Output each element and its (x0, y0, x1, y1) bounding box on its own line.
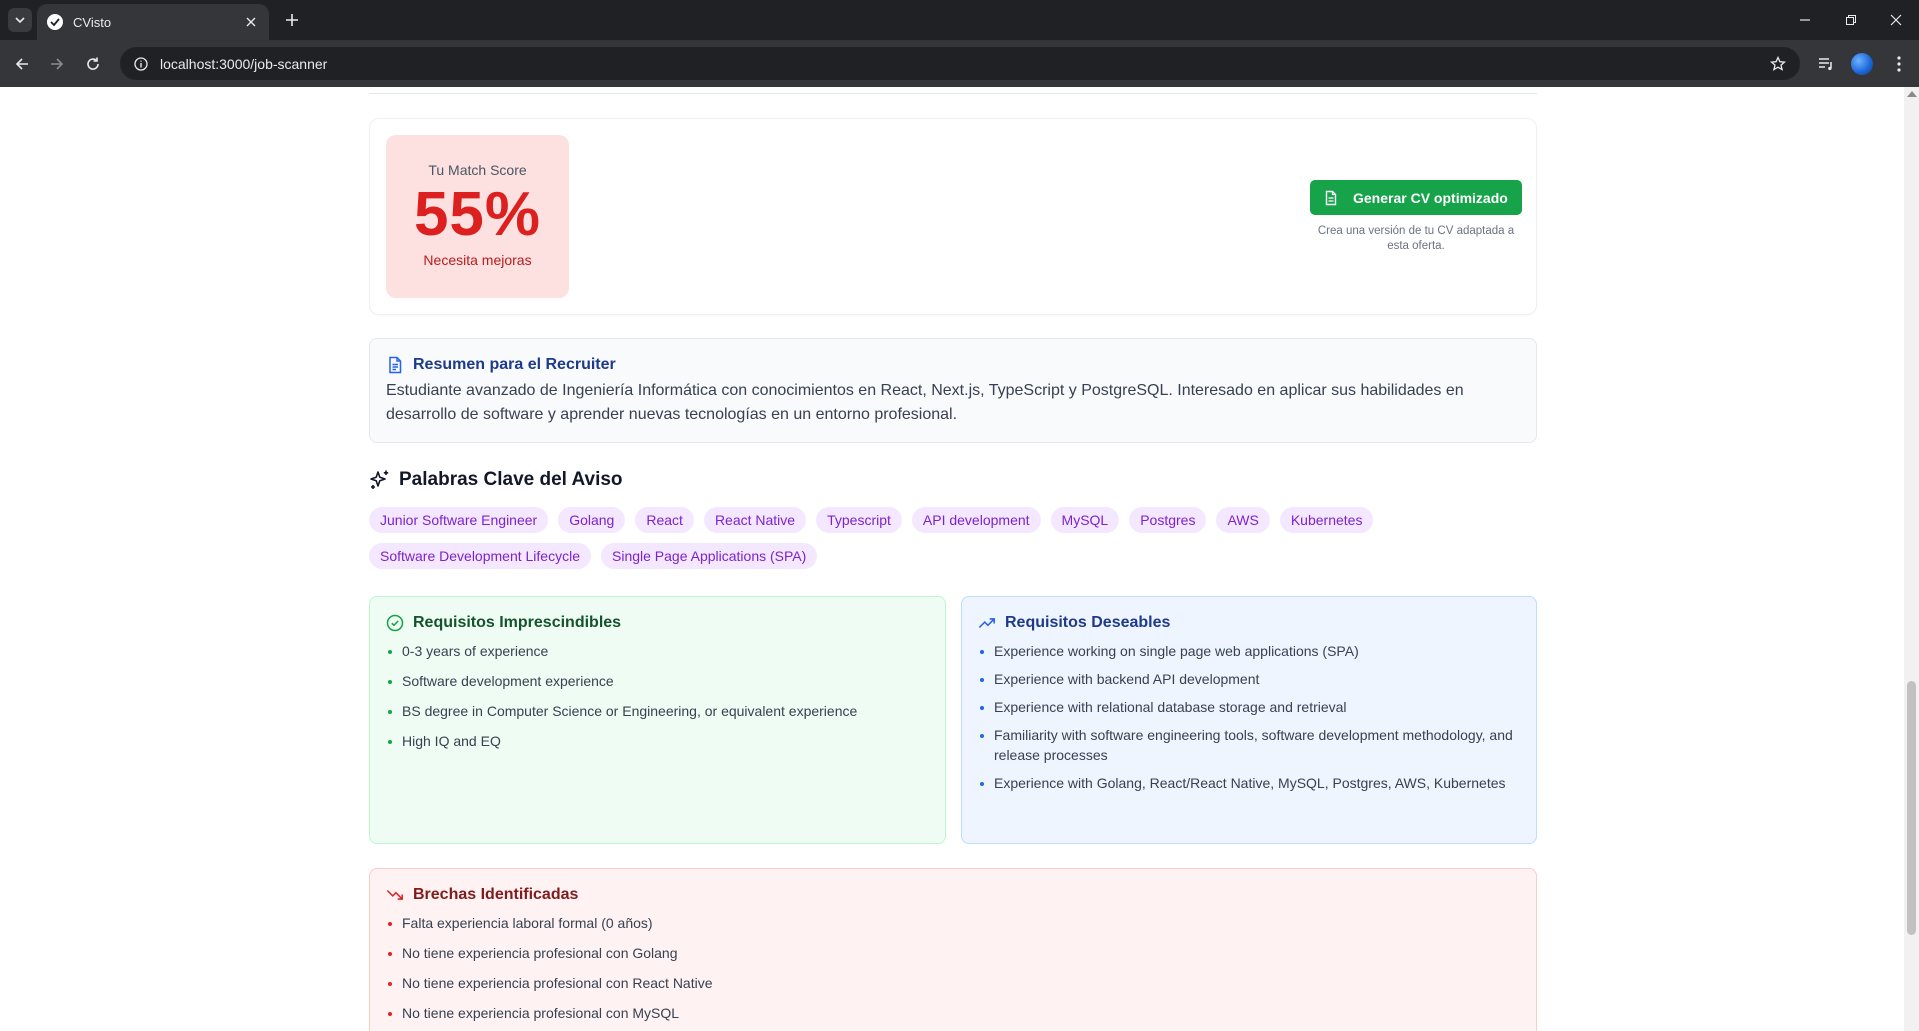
desirable-requirements-list: Experience working on single page web ap… (978, 641, 1520, 793)
desirable-requirements-title: Requisitos Deseables (1005, 614, 1171, 631)
media-playlist-icon[interactable] (1814, 52, 1838, 76)
tab-title: CVisto (73, 14, 112, 30)
list-item: Software development experience (386, 671, 929, 691)
desirable-requirements-card: Requisitos Deseables Experience working … (961, 596, 1537, 844)
keyword-chip: Junior Software Engineer (369, 507, 549, 533)
divider (369, 93, 1537, 94)
keyword-chip: Software Development Lifecycle (369, 543, 591, 569)
desirable-requirements-heading: Requisitos Deseables (978, 614, 1520, 632)
list-item: Falta experiencia laboral formal (0 años… (386, 913, 1520, 933)
keyword-chip: Single Page Applications (SPA) (601, 543, 818, 569)
restore-icon[interactable] (1839, 8, 1863, 32)
tab-search-chevron-icon[interactable] (8, 8, 32, 32)
required-requirements-card: Requisitos Imprescindibles 0-3 years of … (369, 596, 946, 844)
check-circle-icon (386, 614, 404, 632)
minimize-icon[interactable] (1793, 8, 1817, 32)
keywords-list: Junior Software Engineer Golang React Re… (369, 507, 1537, 569)
match-score-box: Tu Match Score 55% Necesita mejoras (386, 135, 569, 298)
keyword-chip: AWS (1216, 507, 1270, 533)
document-icon (1323, 190, 1339, 206)
list-item: No tiene experiencia profesional con Gol… (386, 943, 1520, 963)
required-requirements-heading: Requisitos Imprescindibles (386, 614, 929, 632)
generate-help-text: Crea una versión de tu CV adaptada a est… (1317, 225, 1515, 252)
match-score-card: Tu Match Score 55% Necesita mejoras Gene… (369, 118, 1537, 315)
trending-down-icon (386, 886, 404, 904)
list-item: 0-3 years of experience (386, 641, 929, 661)
browser-toolbar: localhost:3000/job-scanner (0, 40, 1919, 87)
generate-button-label: Generar CV optimizado (1353, 189, 1508, 206)
sparkles-icon (369, 469, 391, 491)
list-item: Experience with backend API development (978, 669, 1520, 689)
identified-gaps-list: Falta experiencia laboral formal (0 años… (386, 913, 1520, 1023)
close-window-icon[interactable] (1884, 8, 1908, 32)
list-item: No tiene experiencia profesional con MyS… (386, 1003, 1520, 1023)
back-arrow-icon[interactable] (10, 52, 34, 76)
scroll-up-arrow-icon[interactable] (1907, 91, 1917, 97)
recruiter-summary-card: Resumen para el Recruiter Estudiante ava… (369, 338, 1537, 443)
identified-gaps-card: Brechas Identificadas Falta experiencia … (369, 868, 1537, 1031)
identified-gaps-heading: Brechas Identificadas (386, 886, 1520, 904)
keywords-title: Palabras Clave del Aviso (399, 469, 623, 490)
tab-close-icon[interactable] (243, 14, 259, 30)
page-scrollbar[interactable] (1904, 87, 1919, 1031)
list-item: Experience with relational database stor… (978, 697, 1520, 717)
keyword-chip: React Native (703, 507, 807, 533)
keyword-chip: Typescript (816, 507, 902, 533)
reload-icon[interactable] (81, 52, 105, 76)
required-requirements-list: 0-3 years of experience Software develop… (386, 641, 929, 751)
list-item: High IQ and EQ (386, 731, 929, 751)
required-requirements-title: Requisitos Imprescindibles (413, 614, 622, 631)
page-viewport: Tu Match Score 55% Necesita mejoras Gene… (0, 87, 1904, 1031)
recruiter-summary-text: Estudiante avanzado de Ingeniería Inform… (386, 382, 1464, 423)
identified-gaps-title: Brechas Identificadas (413, 886, 579, 903)
address-bar[interactable]: localhost:3000/job-scanner (120, 47, 1800, 80)
keywords-heading: Palabras Clave del Aviso (369, 469, 623, 491)
keyword-chip: API development (911, 507, 1041, 533)
generate-optimized-cv-button[interactable]: Generar CV optimizado (1310, 180, 1522, 215)
recruiter-summary-heading: Resumen para el Recruiter (386, 356, 1520, 374)
keyword-chip: Kubernetes (1279, 507, 1374, 533)
new-tab-plus-icon[interactable] (282, 10, 302, 30)
keyword-chip: Postgres (1129, 507, 1207, 533)
keyword-chip: Golang (558, 507, 626, 533)
list-item: Experience with Golang, React/React Nati… (978, 773, 1520, 793)
list-item: BS degree in Computer Science or Enginee… (386, 701, 929, 721)
file-text-icon (386, 356, 404, 374)
list-item: Familiarity with software engineering to… (978, 725, 1520, 765)
list-item: No tiene experiencia profesional con Rea… (386, 973, 1520, 993)
list-item: Experience working on single page web ap… (978, 641, 1520, 661)
match-score-label: Tu Match Score (428, 162, 527, 178)
favicon-icon (47, 14, 63, 30)
keyword-chip: MySQL (1050, 507, 1120, 533)
browser-menu-icon[interactable] (1887, 52, 1911, 76)
browser-tab[interactable]: CVisto (37, 4, 269, 40)
recruiter-summary-title: Resumen para el Recruiter (413, 356, 616, 373)
site-info-icon[interactable] (132, 55, 150, 73)
bookmark-star-icon[interactable] (1768, 54, 1788, 74)
match-score-status: Necesita mejoras (423, 252, 532, 268)
browser-tab-bar: CVisto (0, 0, 1919, 40)
keyword-chip: React (635, 507, 694, 533)
match-score-value: 55% (413, 180, 542, 249)
trending-up-icon (978, 614, 996, 632)
profile-avatar-icon[interactable] (1850, 52, 1874, 76)
url-text: localhost:3000/job-scanner (160, 55, 328, 72)
scrollbar-thumb[interactable] (1907, 681, 1916, 935)
forward-arrow-icon[interactable] (45, 52, 69, 76)
